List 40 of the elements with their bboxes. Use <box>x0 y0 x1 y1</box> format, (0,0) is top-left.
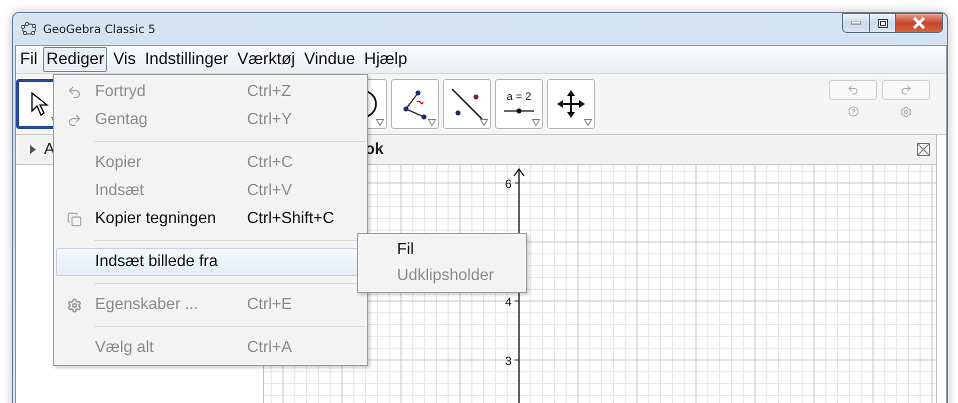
menu-title[interactable]: Vis <box>110 47 139 72</box>
axis-label: 6 <box>505 177 512 191</box>
redo-icon <box>900 84 912 96</box>
menu-title[interactable]: Indstillinger <box>142 47 232 72</box>
redo-icon <box>66 112 82 128</box>
tool-button[interactable] <box>547 79 595 129</box>
dropdown-triangle-icon <box>428 119 436 126</box>
axis-label: 4 <box>505 295 512 309</box>
dropdown-triangle-icon <box>532 119 540 126</box>
menu-title[interactable]: Hjælp <box>361 47 410 72</box>
tool-button[interactable] <box>391 79 439 129</box>
dropdown-triangle-icon <box>480 119 488 126</box>
menu-title[interactable]: Rediger <box>43 47 108 72</box>
menu-title[interactable]: Fil <box>17 47 40 72</box>
tool-button[interactable] <box>443 79 491 129</box>
dropdown-triangle-icon <box>376 119 384 126</box>
tool-button[interactable]: a = 2 <box>495 79 543 129</box>
undo-icon <box>66 84 82 100</box>
cursor-icon <box>30 91 50 117</box>
minimize-button[interactable] <box>842 13 870 33</box>
menu-title[interactable]: Vindue <box>301 47 358 72</box>
close-panel-icon[interactable] <box>917 143 930 156</box>
maximize-icon <box>878 18 888 28</box>
copy-icon <box>66 212 82 226</box>
axis-label: 3 <box>505 354 512 368</box>
move-arrows-icon <box>556 89 586 119</box>
expand-triangle-icon[interactable] <box>30 145 36 154</box>
settings-icon <box>66 298 82 312</box>
close-button[interactable] <box>895 13 943 33</box>
slider-tool-label: a = 2 <box>506 90 532 102</box>
menu-item[interactable]: Kopier tegningen Ctrl+Shift+C <box>56 205 365 233</box>
window-title: GeoGebra Classic 5 <box>43 22 156 36</box>
dropdown-triangle-icon <box>584 119 592 126</box>
line-points-icon <box>450 87 484 121</box>
menu-title[interactable]: Værktøj <box>234 47 298 72</box>
close-icon <box>912 17 926 29</box>
minimize-icon <box>851 21 861 25</box>
app-logo-icon <box>21 22 37 36</box>
undo-icon <box>847 84 859 96</box>
maximize-button[interactable] <box>869 13 896 33</box>
